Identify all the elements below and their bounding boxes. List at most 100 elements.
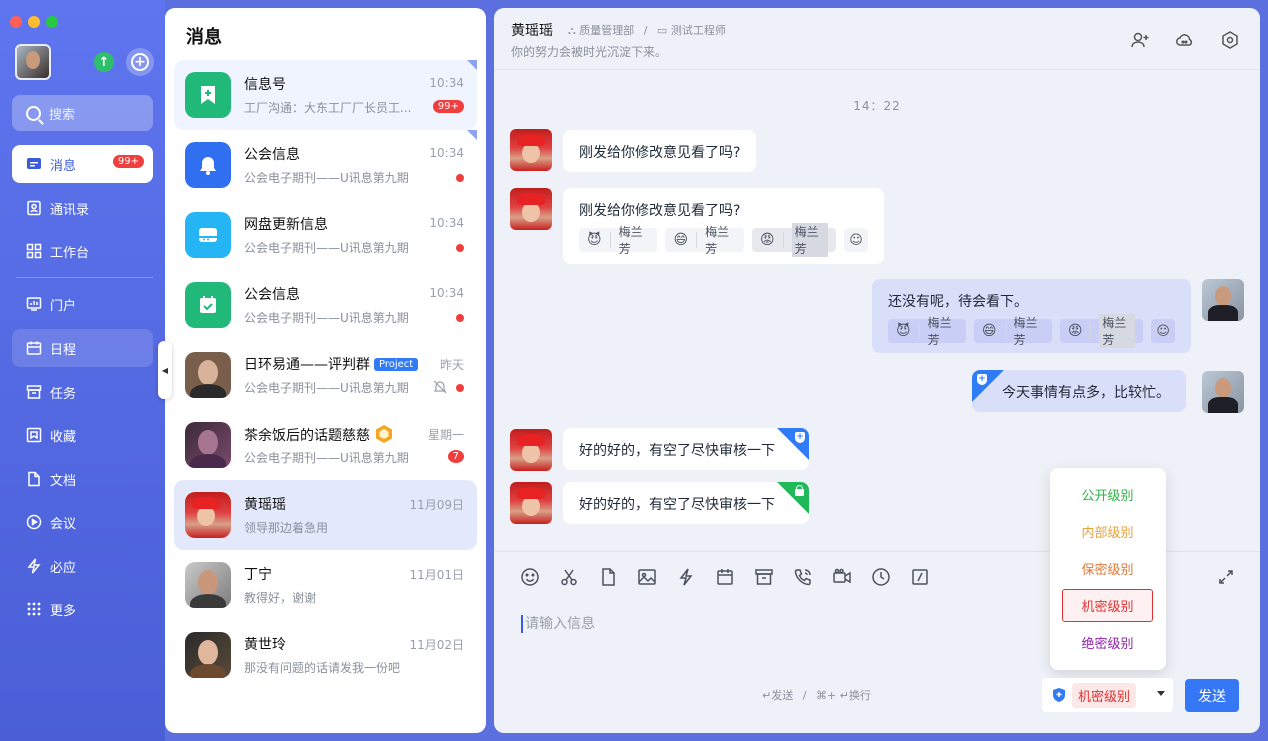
conversation-preview: 公会电子期刊——U讯息第九期 (244, 241, 409, 255)
lightning-icon[interactable] (676, 567, 696, 587)
add-reaction-button[interactable]: ☺ (1151, 319, 1175, 343)
security-level-option[interactable]: 绝密级别 (1062, 626, 1153, 659)
collapse-sidebar-button[interactable]: ◀ (158, 341, 172, 399)
settings-icon[interactable] (1220, 30, 1240, 50)
sidebar-item-more[interactable]: 更多 (12, 590, 153, 628)
sidebar: ↑ + 搜索 消息 99+ 通讯录 工作台 门户 日程 任务 收藏 文档 会议 (0, 0, 165, 741)
message-bubble[interactable]: 好的好的，有空了尽快审核一下 + (563, 428, 809, 470)
contact-meta: ⛬ 质量管理部 / ▭ 测试工程师 (568, 22, 726, 38)
message-icon (26, 156, 42, 172)
security-level-option[interactable]: 公开级别 (1062, 478, 1153, 511)
security-level-option[interactable]: 内部级别 (1062, 515, 1153, 548)
phone-icon[interactable] (793, 567, 813, 587)
secure-corner-badge (777, 482, 809, 514)
chat-panel: 黄瑶瑶 ⛬ 质量管理部 / ▭ 测试工程师 你的努力会被时光沉淀下来。 14：2… (494, 8, 1260, 733)
conversation-item[interactable]: 日环易通——评判群 Project 公会电子期刊——U讯息第九期 昨天 (174, 340, 477, 410)
close-window-button[interactable] (10, 16, 22, 28)
search-icon (26, 105, 41, 121)
add-reaction-button[interactable]: ☺ (843, 228, 868, 252)
sidebar-item-label: 日程 (50, 342, 77, 358)
zoom-window-button[interactable] (46, 16, 58, 28)
message-text: 还没有呢，待会看下。 (888, 294, 1028, 310)
sidebar-item-messages[interactable]: 消息 99+ (12, 145, 153, 183)
minimize-window-button[interactable] (28, 16, 40, 28)
sidebar-item-documents[interactable]: 文档 (12, 460, 153, 498)
sidebar-item-portal[interactable]: 门户 (12, 285, 153, 323)
add-button[interactable]: + (126, 48, 154, 76)
emoji-icon[interactable] (520, 567, 540, 587)
file-icon[interactable] (598, 567, 618, 587)
role-label: 测试工程师 (670, 24, 726, 37)
task-icon (26, 384, 42, 400)
reaction-chip[interactable]: 😈 梅兰芳 (888, 316, 966, 347)
sidebar-item-workbench[interactable]: 工作台 (12, 232, 153, 270)
shield-plus-icon: + (795, 432, 805, 443)
conversation-time: 10:34 (429, 146, 464, 160)
image-icon[interactable] (637, 567, 657, 587)
calendar-icon[interactable] (715, 567, 735, 587)
conversation-item[interactable]: 黄瑶瑶 领导那边着急用 11月09日 (174, 480, 477, 550)
conversation-item[interactable]: 黄世玲 那没有问题的话请发我一份吧 11月02日 (174, 620, 477, 690)
upload-icon[interactable]: ↑ (94, 52, 114, 72)
sender-avatar[interactable] (510, 188, 552, 230)
clock-icon[interactable] (871, 567, 891, 587)
message-input[interactable]: 请输入信息 (521, 615, 595, 633)
slash-command-icon[interactable] (910, 567, 930, 587)
sidebar-item-favorites[interactable]: 收藏 (12, 416, 153, 454)
conversation-preview: 公会电子期刊——U讯息第九期 (244, 381, 409, 395)
reaction-chip[interactable]: 😡 梅兰芳 (1059, 314, 1144, 348)
sidebar-item-label: 工作台 (50, 245, 90, 261)
message-bubble[interactable]: 好的好的，有空了尽快审核一下 (563, 482, 809, 524)
message-bubble[interactable]: + 今天事情有点多，比较忙。 (972, 370, 1186, 412)
sender-avatar[interactable] (510, 482, 552, 524)
my-avatar[interactable] (1202, 279, 1244, 321)
smile-plus-icon: ☺ (1156, 323, 1170, 339)
sidebar-item-tasks[interactable]: 任务 (12, 373, 153, 411)
message-bubble[interactable]: 还没有呢，待会看下。 😈 梅兰芳 😄 梅兰芳 😡 梅兰芳 ☺ (872, 279, 1191, 353)
devil-emoji-icon: 😈 (896, 323, 920, 339)
cloud-icon[interactable] (1175, 30, 1195, 50)
search-box[interactable]: 搜索 (12, 95, 153, 131)
selected-level: 机密级别 (1072, 682, 1137, 708)
conversation-item[interactable]: 公会信息 公会电子期刊——U讯息第九期 10:34 (174, 270, 477, 340)
conversation-time: 10:34 (429, 286, 464, 300)
message-bubble[interactable]: 刚发给你修改意见看了吗? 😈 梅兰芳 😄 梅兰芳 😡 梅兰芳 ☺ (563, 188, 884, 264)
video-icon[interactable] (832, 567, 852, 587)
sender-avatar[interactable] (510, 129, 552, 171)
my-avatar[interactable] (1202, 371, 1244, 413)
conversation-time: 11月02日 (409, 638, 464, 652)
archive-icon[interactable] (754, 567, 774, 587)
security-level-option[interactable]: 机密级别 (1062, 589, 1153, 622)
user-avatar[interactable] (15, 44, 51, 80)
sidebar-item-meetings[interactable]: 会议 (12, 503, 153, 541)
security-level-select[interactable]: 机密级别 (1042, 678, 1173, 712)
conversation-item[interactable]: 网盘更新信息 公会电子期刊——U讯息第九期 10:34 (174, 200, 477, 270)
sender-avatar[interactable] (510, 429, 552, 471)
send-button[interactable]: 发送 (1185, 679, 1239, 712)
reaction-chip[interactable]: 😡 梅兰芳 (751, 223, 836, 257)
conversation-item[interactable]: 茶余饭后的话题慈慈 公会电子期刊——U讯息第九期 星期一 7 (174, 410, 477, 480)
meeting-icon (26, 514, 42, 530)
sidebar-item-label: 文档 (50, 473, 77, 489)
reaction-chip[interactable]: 😈 梅兰芳 (579, 225, 658, 256)
sidebar-item-contacts[interactable]: 通讯录 (12, 189, 153, 227)
conversation-item[interactable]: 丁宁 教得好，谢谢 11月01日 (174, 550, 477, 620)
add-member-icon[interactable] (1130, 30, 1150, 50)
conversation-name: 公会信息 (244, 287, 300, 303)
message-bubble[interactable]: 刚发给你修改意见看了吗? (563, 130, 757, 172)
conversation-time: 昨天 (439, 358, 464, 372)
contact-avatar (185, 632, 231, 678)
scissors-icon[interactable] (559, 567, 579, 587)
search-label: 搜索 (49, 107, 76, 123)
conversation-item[interactable]: 信息号 工厂沟通：大东工厂厂长员工... 10:34 99+ (174, 60, 477, 130)
reaction-chip[interactable]: 😄 梅兰芳 (973, 316, 1052, 347)
expand-icon[interactable] (1218, 569, 1234, 585)
chevron-left-icon: ◀ (161, 365, 169, 375)
lock-shackle (796, 485, 803, 491)
composer-toolbar (520, 567, 930, 587)
reaction-chip[interactable]: 😄 梅兰芳 (665, 225, 744, 256)
conversation-item[interactable]: 公会信息 公会电子期刊——U讯息第九期 10:34 (174, 130, 477, 200)
sidebar-item-bing[interactable]: 必应 (12, 547, 153, 585)
security-level-option[interactable]: 保密级别 (1062, 552, 1153, 585)
sidebar-item-calendar[interactable]: 日程 (12, 329, 153, 367)
